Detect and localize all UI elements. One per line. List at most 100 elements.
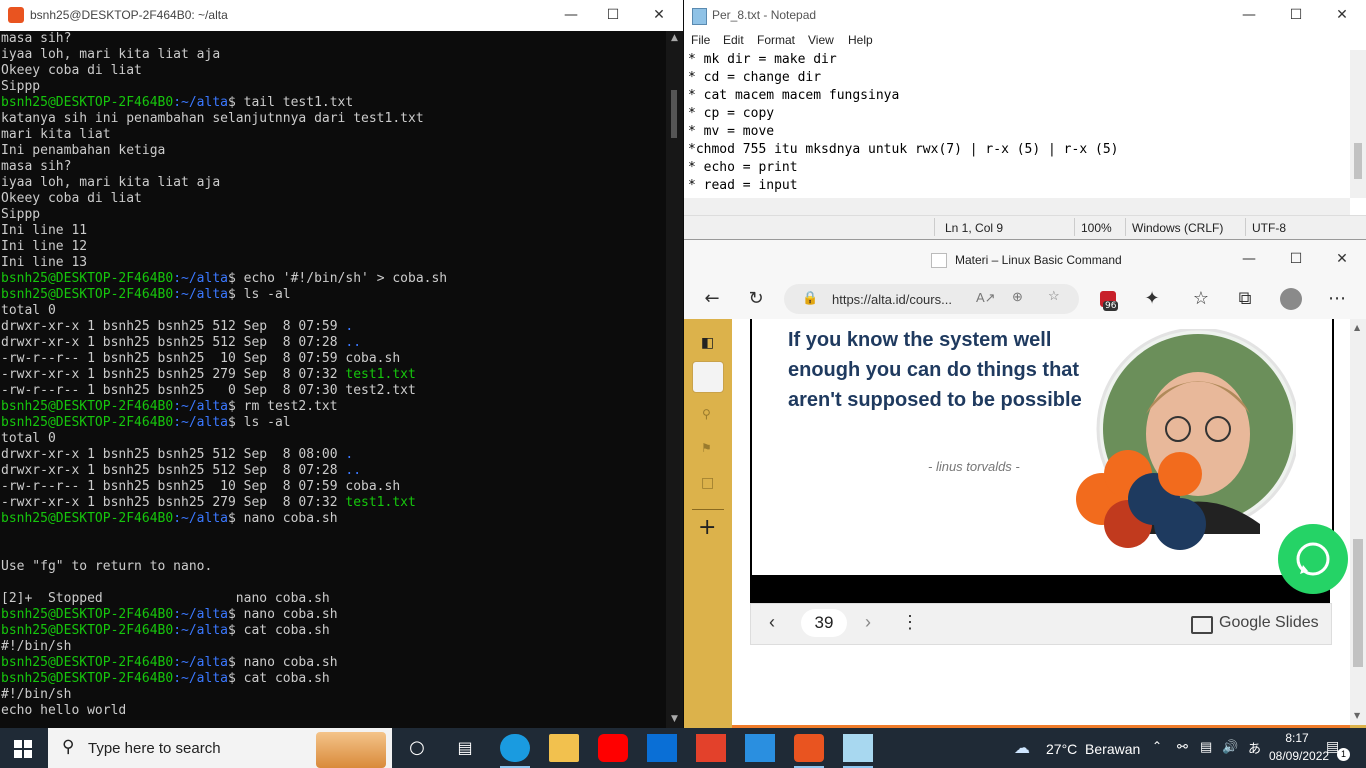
browser-window[interactable]: Materi – Linux Basic Command — ☐ ✕ ← ↻ 🔒… [684, 239, 1366, 729]
menu-help[interactable]: Help [848, 33, 873, 47]
prompt-path: :~/alta [173, 655, 228, 670]
meet-icon[interactable]: ⚯ [1177, 739, 1188, 755]
tab-title[interactable]: Materi – Linux Basic Command [955, 253, 1122, 267]
edge-app-icon[interactable] [500, 734, 530, 762]
address-bar[interactable]: 🔒 https://alta.id/cours... A↗ ⊕ ☆ [784, 284, 1079, 314]
next-slide-icon[interactable]: › [865, 612, 871, 633]
terminal-titlebar[interactable]: bsnh25@DESKTOP-2F464B0: ~/alta — ☐ ✕ [0, 0, 683, 31]
network-icon[interactable]: ▤ [1200, 739, 1212, 755]
language-icon[interactable]: あ [1248, 738, 1261, 757]
refresh-icon[interactable]: ↻ [744, 289, 768, 309]
scrollbar-thumb[interactable] [1354, 143, 1362, 179]
zoom-icon[interactable]: ⊕ [1012, 289, 1023, 305]
weather-cloud-icon[interactable]: ☁ [1014, 738, 1030, 758]
page-scrollbar[interactable]: ▲ ▼ [1350, 319, 1366, 725]
slide-thumb-icon[interactable] [692, 361, 724, 393]
favorites-icon[interactable]: ☆ [1189, 289, 1213, 309]
read-aloud-icon[interactable]: A↗ [976, 290, 996, 306]
scroll-up-icon[interactable]: ▲ [666, 33, 683, 45]
scrollbar-thumb[interactable] [1353, 539, 1363, 667]
scrollbar-thumb[interactable] [671, 90, 677, 138]
command-text: $ cat coba.sh [227, 623, 330, 638]
search-placeholder: Type here to search [88, 740, 221, 757]
ls-entry-name: . [345, 447, 354, 462]
prompt-path: :~/alta [173, 511, 228, 526]
minimize-icon[interactable]: — [548, 0, 594, 31]
volume-icon[interactable]: 🔊 [1222, 739, 1238, 755]
menu-view[interactable]: View [808, 33, 834, 47]
task-view-icon[interactable]: ▤ [450, 734, 480, 762]
minimize-icon[interactable]: — [1226, 0, 1272, 31]
file-explorer-icon[interactable] [549, 734, 579, 762]
prompt-path: :~/alta [173, 415, 228, 430]
notepad-window[interactable]: Per_8.txt - Notepad — ☐ ✕ File Edit Form… [684, 0, 1366, 239]
minimize-icon[interactable]: — [1226, 244, 1272, 275]
collections-icon[interactable]: ⧉ [1233, 289, 1257, 309]
ubuntu-terminal-icon[interactable] [794, 734, 824, 762]
profile-avatar[interactable] [1280, 288, 1302, 310]
whatsapp-icon [1296, 542, 1330, 576]
taskbar-search[interactable]: ⚲ Type here to search [48, 728, 392, 768]
terminal-scrollbar[interactable]: ▲ ▼ [666, 31, 683, 728]
scroll-down-icon[interactable]: ▼ [666, 714, 683, 726]
notepad-text-area[interactable]: * mk dir = make dir * cd = change dir * ca… [688, 51, 1348, 195]
prompt-path: :~/alta [173, 671, 228, 686]
maximize-icon[interactable]: ☐ [590, 0, 636, 31]
google-slides-label[interactable]: Google Slides [1219, 614, 1319, 632]
extensions-icon[interactable]: ✦ [1140, 289, 1164, 309]
search-icon[interactable]: ⚲ [702, 407, 711, 421]
scroll-down-icon[interactable]: ▼ [1354, 711, 1360, 720]
ls-entry-name: .. [345, 335, 362, 350]
back-icon[interactable]: ← [700, 289, 724, 309]
prompt-path: :~/alta [173, 399, 228, 414]
notepad-app-icon[interactable] [843, 734, 873, 762]
clock-date[interactable]: 08/09/2022 [1269, 749, 1329, 763]
office-icon[interactable] [696, 734, 726, 762]
panel-icon[interactable]: ◧ [701, 335, 714, 351]
close-icon[interactable]: ✕ [1319, 0, 1365, 31]
terminal-window[interactable]: bsnh25@DESKTOP-2F464B0: ~/alta — ☐ ✕ mas… [0, 0, 683, 728]
tray-chevron-icon[interactable]: ⌃ [1152, 739, 1162, 753]
more-options-icon[interactable]: ⋮ [901, 612, 919, 633]
vscode-icon[interactable] [745, 734, 775, 762]
close-icon[interactable]: ✕ [636, 0, 682, 31]
command-text: $ ls -al [227, 287, 291, 302]
terminal-line: katanya sih ini penambahan selanjutnnya … [1, 111, 424, 126]
command-text: $ echo '#!/bin/sh' > coba.sh [227, 271, 448, 286]
notepad-line: * mk dir = make dir [688, 52, 837, 67]
scroll-up-icon[interactable]: ▲ [1354, 323, 1360, 332]
terminal-line: Ini line 13 [1, 255, 88, 270]
notepad-titlebar[interactable]: Per_8.txt - Notepad — ☐ ✕ [684, 0, 1366, 31]
more-menu-icon[interactable]: ⋯ [1325, 289, 1349, 309]
weather-text[interactable]: 27°C Berawan [1046, 741, 1140, 757]
notepad-horizontal-scrollbar[interactable] [684, 198, 1350, 215]
maximize-icon[interactable]: ☐ [1273, 244, 1319, 275]
bookmark-icon[interactable]: ⚑ [701, 441, 712, 455]
maximize-icon[interactable]: ☐ [1273, 0, 1319, 31]
mail-icon[interactable] [647, 734, 677, 762]
menu-format[interactable]: Format [757, 33, 795, 47]
terminal-output[interactable]: masa sih? iyaa loh, mari kita liat aja Oke… [0, 31, 666, 728]
prompt-user: bsnh25@DESKTOP-2F464B0 [1, 271, 174, 286]
cortana-icon[interactable]: ○ [402, 734, 432, 762]
youtube-icon[interactable] [598, 734, 628, 762]
terminal-line: Okeey coba di liat [1, 63, 142, 78]
terminal-line: drwxr-xr-x 1 bsnh25 bsnh25 512 Sep 8 08:… [0, 447, 666, 463]
document-icon[interactable]: □ [701, 475, 714, 491]
close-icon[interactable]: ✕ [1319, 244, 1365, 275]
prev-slide-icon[interactable]: ‹ [769, 612, 775, 633]
browser-titlebar[interactable]: Materi – Linux Basic Command — ☐ ✕ [684, 240, 1366, 280]
menu-file[interactable]: File [691, 33, 710, 47]
favorite-add-icon[interactable]: ☆ [1048, 288, 1060, 304]
menu-edit[interactable]: Edit [723, 33, 744, 47]
slide-page-number[interactable]: 39 [801, 609, 847, 637]
whatsapp-button[interactable] [1278, 524, 1348, 594]
terminal-line: -rw-r--r-- 1 bsnh25 bsnh25 10 Sep 8 07:5… [0, 351, 666, 367]
clock-time[interactable]: 8:17 [1277, 731, 1317, 745]
zoom-level: 100% [1081, 221, 1112, 235]
windows-start-icon[interactable] [14, 740, 32, 758]
notepad-vertical-scrollbar[interactable] [1350, 50, 1366, 198]
add-icon[interactable]: + [698, 515, 716, 540]
prompt-user: bsnh25@DESKTOP-2F464B0 [1, 287, 174, 302]
